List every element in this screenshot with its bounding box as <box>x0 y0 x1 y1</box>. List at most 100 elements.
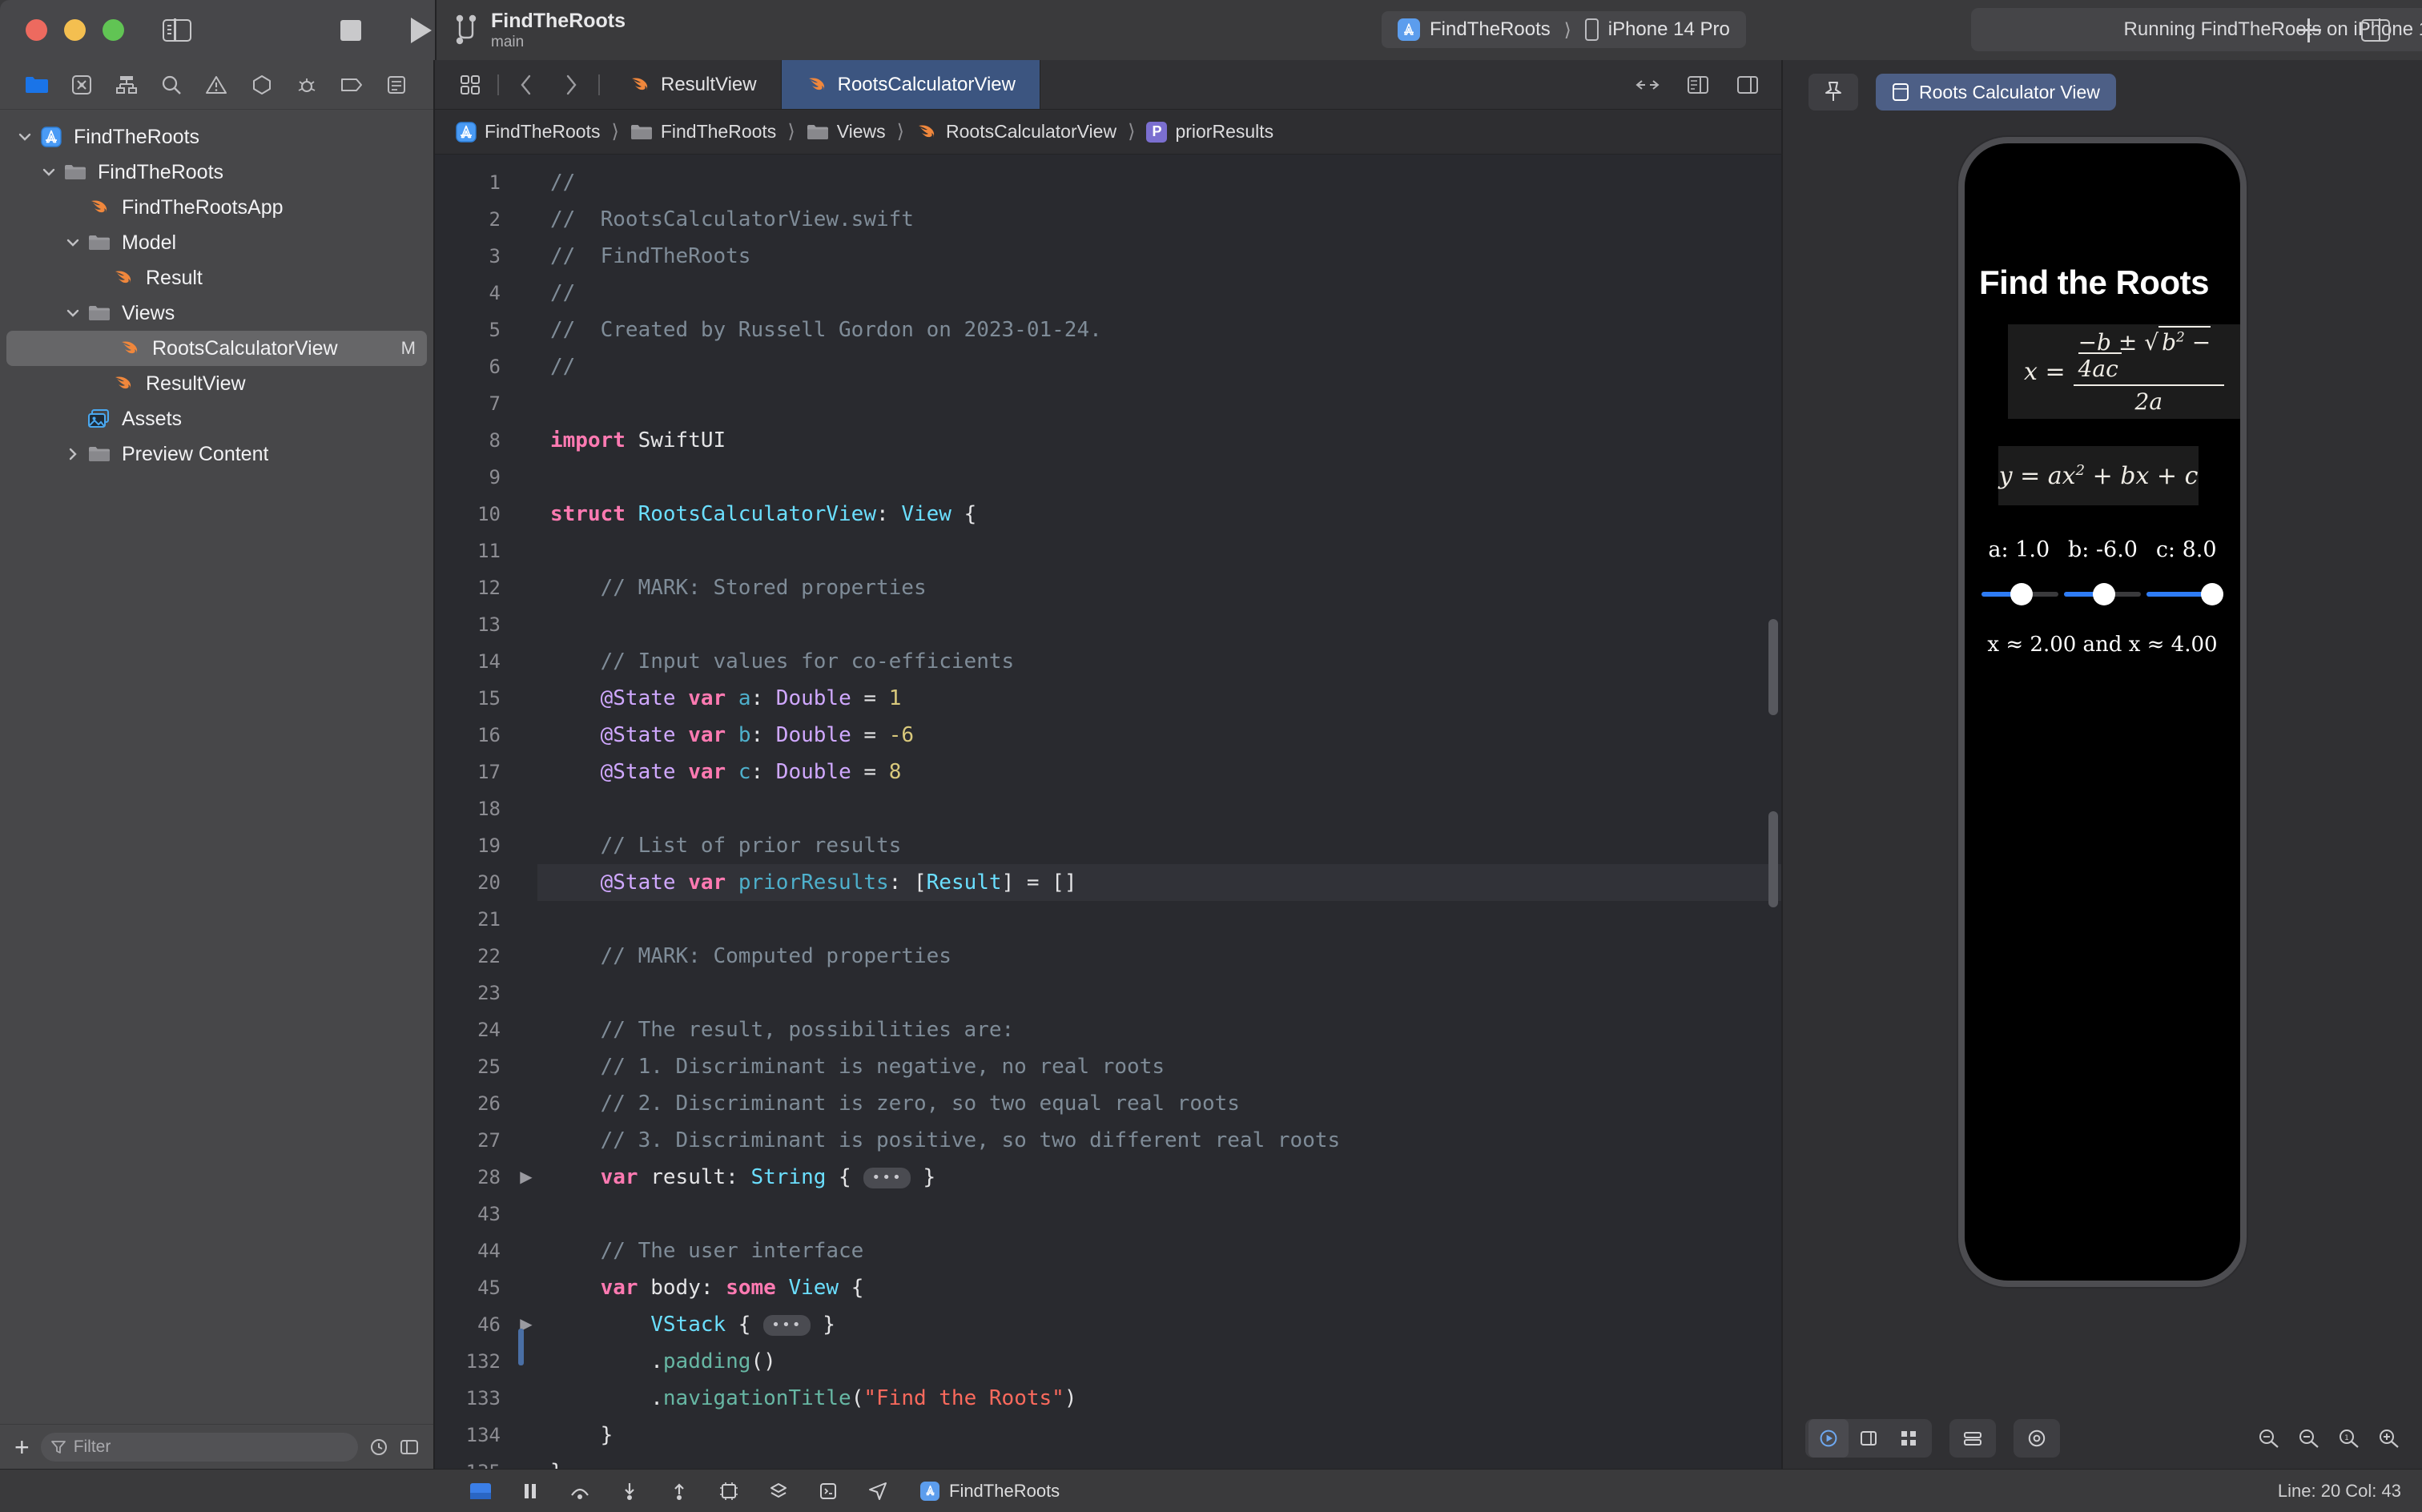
code-line[interactable]: import SwiftUI <box>537 422 1781 459</box>
zoom-button[interactable] <box>103 19 124 41</box>
plus-icon[interactable] <box>2297 18 2321 42</box>
pause-icon[interactable] <box>505 1470 555 1512</box>
location-icon[interactable] <box>853 1470 903 1512</box>
add-editor-icon[interactable] <box>1736 75 1759 94</box>
preview-selector[interactable]: Roots Calculator View <box>1876 74 2116 111</box>
code-line[interactable] <box>537 790 1781 827</box>
filter-input[interactable]: Filter <box>40 1432 358 1462</box>
collapsed-code-pill[interactable]: ••• <box>763 1314 811 1336</box>
close-button[interactable] <box>26 19 47 41</box>
code-line[interactable]: @State var c: Double = 8 <box>537 754 1781 790</box>
tree-item-views[interactable]: Views <box>0 296 433 331</box>
window-controls[interactable] <box>26 19 124 41</box>
project-branch-block[interactable]: FindTheRoots main <box>454 10 626 50</box>
code-line[interactable]: @State var a: Double = 1 <box>537 680 1781 717</box>
source-control-icon[interactable] <box>59 60 104 110</box>
tree-item-model[interactable]: Model <box>0 225 433 260</box>
stop-icon[interactable] <box>340 19 361 41</box>
chevron-down-icon[interactable] <box>37 167 61 178</box>
coefficient-sliders[interactable] <box>1979 583 2226 605</box>
code-line[interactable]: // <box>537 275 1781 312</box>
step-into-icon[interactable] <box>605 1470 654 1512</box>
chevron-down-icon[interactable] <box>13 131 37 143</box>
zoom-100-icon[interactable]: 1 <box>2337 1428 2360 1449</box>
find-icon[interactable] <box>149 60 194 110</box>
code-line[interactable]: // Input values for co-efficients <box>537 643 1781 680</box>
tree-item-findtherootsapp[interactable]: FindTheRootsApp <box>0 190 433 225</box>
code-line[interactable]: struct RootsCalculatorView: View { <box>537 496 1781 533</box>
step-out-icon[interactable] <box>654 1470 704 1512</box>
canvas-stage[interactable]: Find the Roots x = −b ± √ b2 − 4ac 2a y =… <box>1783 124 2422 1408</box>
step-over-icon[interactable] <box>555 1470 605 1512</box>
code-line[interactable]: } <box>537 1417 1781 1454</box>
vertical-scrollbar-secondary[interactable] <box>1768 811 1778 907</box>
view-hierarchy-icon[interactable] <box>754 1470 803 1512</box>
chevron-right-icon[interactable] <box>61 447 85 461</box>
recent-icon[interactable] <box>369 1438 388 1457</box>
code-line[interactable]: @State var b: Double = -6 <box>537 717 1781 754</box>
pin-preview-button[interactable] <box>1808 74 1858 111</box>
device-preview[interactable]: Find the Roots x = −b ± √ b2 − 4ac 2a y =… <box>1958 137 2247 1287</box>
filter-options[interactable] <box>369 1438 419 1457</box>
code-line[interactable] <box>537 459 1781 496</box>
run-icon[interactable] <box>411 17 432 43</box>
go-forward-button[interactable] <box>549 60 593 110</box>
console-toggle-icon[interactable] <box>456 1470 505 1512</box>
code-line[interactable]: VStack { ••• } <box>537 1306 1781 1343</box>
code-line[interactable]: // MARK: Stored properties <box>537 569 1781 606</box>
debug-process[interactable]: FindTheRoots <box>920 1481 1060 1502</box>
source-code[interactable]: // // RootsCalculatorView.swift // FindThe… <box>537 155 1781 1469</box>
code-line[interactable]: // The result, possibilities are: <box>537 1011 1781 1048</box>
inspect-icon[interactable] <box>2017 1419 2057 1458</box>
source-control-filter-icon[interactable] <box>400 1439 419 1455</box>
tree-item-assets[interactable]: Assets <box>0 401 433 436</box>
breadcrumb-item-views[interactable]: Views <box>802 121 891 143</box>
scheme-destination-selector[interactable]: FindTheRoots ⟩ iPhone 14 Pro <box>1382 11 1746 48</box>
variants-icon[interactable] <box>1889 1419 1929 1458</box>
toggle-navigator-button[interactable] <box>163 18 191 42</box>
zoom-in-icon[interactable] <box>2377 1428 2400 1449</box>
go-back-button[interactable] <box>504 60 549 110</box>
breadcrumb-item-priorresults[interactable]: PpriorResults <box>1141 121 1278 143</box>
test-icon[interactable] <box>239 60 284 110</box>
slider-knob[interactable] <box>2010 583 2034 605</box>
tree-item-rootscalculatorview[interactable]: RootsCalculatorView M <box>6 331 427 366</box>
tree-item-findtheroots[interactable]: FindTheRoots <box>0 119 433 155</box>
code-line[interactable] <box>537 975 1781 1011</box>
live-preview-icon[interactable] <box>1808 1419 1849 1458</box>
code-editor[interactable]: 1 2 3 4 5 6 7 8 9 10 11 12 13 14 15 16 17 18 19 20 21 22 23 24 2… <box>435 155 1781 1469</box>
code-line[interactable]: // MARK: Computed properties <box>537 938 1781 975</box>
tree-item-resultview[interactable]: ResultView <box>0 366 433 401</box>
code-line[interactable] <box>537 385 1781 422</box>
coefficient-slider[interactable] <box>1981 583 2059 605</box>
tree-item-preview-content[interactable]: Preview Content <box>0 436 433 472</box>
chevron-down-icon[interactable] <box>61 237 85 248</box>
editor-options-icon[interactable] <box>448 60 493 110</box>
breadcrumb-item-rootscalculatorview[interactable]: RootsCalculatorView <box>911 121 1121 143</box>
coefficient-slider[interactable] <box>2146 583 2224 605</box>
symbol-hierarchy-icon[interactable] <box>104 60 149 110</box>
open-tabs[interactable]: ResultView RootsCalculatorView <box>605 60 1040 109</box>
slider-knob[interactable] <box>2201 583 2224 605</box>
code-line[interactable]: // FindTheRoots <box>537 238 1781 275</box>
project-navigator-tree[interactable]: FindTheRoots FindTheRoots FindTheRootsApp M… <box>0 110 433 1424</box>
issue-icon[interactable] <box>194 60 239 110</box>
breakpoint-icon[interactable] <box>329 60 374 110</box>
code-line[interactable] <box>537 606 1781 643</box>
slider-knob[interactable] <box>2092 583 2115 605</box>
code-line[interactable]: // <box>537 348 1781 385</box>
code-line[interactable] <box>537 1196 1781 1233</box>
code-line[interactable]: var body: some View { <box>537 1269 1781 1306</box>
device-settings-icon[interactable] <box>1953 1419 1993 1458</box>
minimize-button[interactable] <box>64 19 86 41</box>
collapsed-code-pill[interactable]: ••• <box>863 1167 911 1188</box>
chevron-down-icon[interactable] <box>61 308 85 319</box>
coefficient-slider[interactable] <box>2063 583 2141 605</box>
environment-icon[interactable] <box>803 1470 853 1512</box>
breadcrumb-item-findtheroots[interactable]: FindTheRoots <box>626 121 781 143</box>
code-line[interactable]: .navigationTitle("Find the Roots") <box>537 1380 1781 1417</box>
code-line[interactable]: // 2. Discriminant is zero, so two equal… <box>537 1085 1781 1122</box>
breadcrumb-item-findtheroots[interactable]: FindTheRoots <box>451 121 605 143</box>
code-line[interactable]: } <box>537 1454 1781 1469</box>
code-line[interactable]: // 1. Discriminant is negative, no real … <box>537 1048 1781 1085</box>
